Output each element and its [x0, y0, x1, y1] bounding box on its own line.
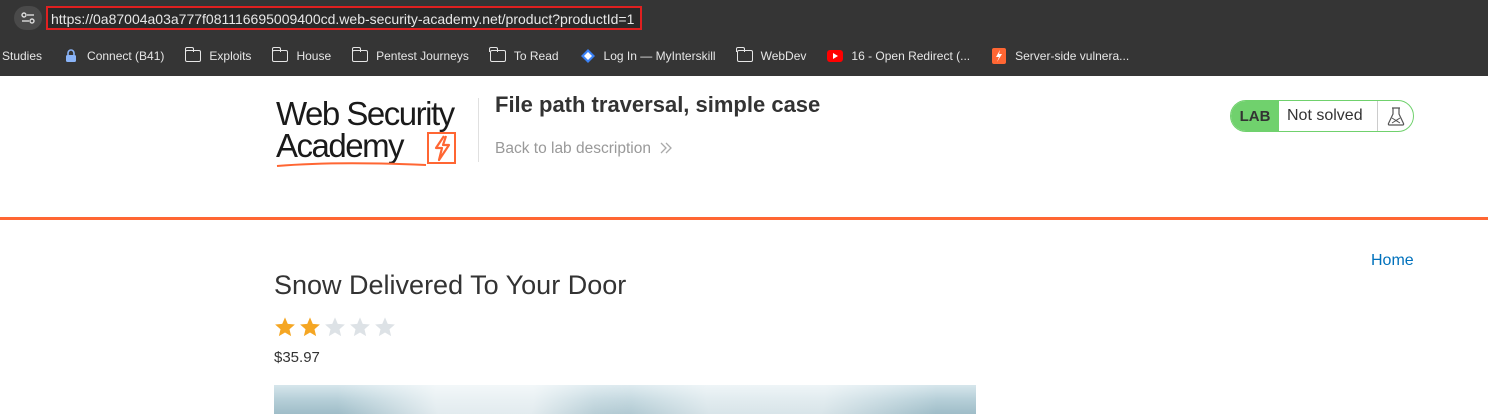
bookmark-exploits[interactable]: Exploits — [184, 47, 252, 63]
bookmark-studies[interactable]: Studies — [2, 49, 42, 63]
logo-line-2: Academy — [276, 127, 405, 164]
star-filled-icon — [275, 317, 295, 337]
bookmark-label: Log In — MyInterskill — [603, 49, 716, 63]
diamond-icon — [580, 49, 596, 63]
bookmarks-bar: Studies Connect (B41) Exploits House Pen… — [0, 36, 1488, 76]
bookmark-label: Exploits — [209, 49, 252, 63]
back-link-label: Back to lab description — [495, 140, 651, 157]
folder-icon — [184, 47, 202, 63]
bookmark-pentest-journeys[interactable]: Pentest Journeys — [351, 47, 469, 63]
site-info-button[interactable] — [14, 6, 42, 30]
logo-divider — [478, 98, 479, 162]
bookmark-label: Pentest Journeys — [376, 49, 469, 63]
youtube-icon — [827, 49, 844, 63]
logo-underline-swoosh — [276, 162, 427, 167]
bookmark-label: WebDev — [760, 49, 807, 63]
folder-icon — [489, 47, 506, 63]
web-security-academy-logo[interactable]: Web Security Academy — [276, 95, 476, 170]
lab-badge: LAB — [1231, 101, 1279, 131]
star-empty-icon — [350, 317, 370, 337]
bookmark-myinterskill[interactable]: Log In — MyInterskill — [580, 49, 716, 63]
product-title: Snow Delivered To Your Door — [274, 270, 627, 300]
product-price: $35.97 — [274, 349, 320, 366]
lab-status-widget: LAB Not solved — [1230, 100, 1414, 132]
portswigger-icon — [991, 48, 1007, 64]
address-bar: https://0a87004a03a777f081116695009400cd… — [0, 0, 1488, 36]
bookmark-label: To Read — [513, 49, 559, 63]
star-filled-icon — [300, 317, 320, 337]
lab-title: File path traversal, simple case — [495, 92, 821, 117]
flask-icon — [1377, 101, 1413, 131]
product-image — [274, 385, 976, 414]
bookmark-label: Connect (B41) — [87, 49, 165, 63]
bookmark-house[interactable]: House — [271, 47, 332, 63]
url-input[interactable]: https://0a87004a03a777f081116695009400cd… — [46, 6, 642, 30]
lab-header: Web Security Academy File path traversal… — [0, 76, 1488, 220]
folder-icon — [271, 47, 289, 63]
bookmark-label: Studies — [2, 49, 43, 63]
bookmark-webdev[interactable]: WebDev — [736, 47, 807, 63]
lab-status-text: Not solved — [1287, 107, 1363, 124]
back-to-lab-description-link[interactable]: Back to lab description — [495, 140, 673, 158]
double-chevron-right-icon — [660, 142, 673, 154]
bookmark-server-side[interactable]: Server-side vulnera... — [991, 48, 1130, 64]
bookmark-label: 16 - Open Redirect (... — [851, 49, 971, 63]
bookmark-label: House — [296, 49, 332, 63]
bookmark-label: Server-side vulnera... — [1015, 49, 1130, 63]
bookmark-connect[interactable]: Connect (B41) — [63, 49, 164, 63]
folder-icon — [736, 47, 753, 63]
lock-icon — [63, 49, 79, 63]
tune-icon — [21, 12, 35, 24]
star-empty-icon — [375, 317, 395, 337]
folder-icon — [351, 47, 369, 63]
logo-line-1: Web Security — [276, 95, 455, 132]
bookmark-open-redirect[interactable]: 16 - Open Redirect (... — [827, 49, 970, 63]
home-link[interactable]: Home — [1371, 252, 1414, 270]
logo-lightning-icon — [427, 132, 456, 164]
product-rating — [274, 316, 399, 338]
bookmark-to-read[interactable]: To Read — [489, 47, 559, 63]
star-empty-icon — [325, 317, 345, 337]
